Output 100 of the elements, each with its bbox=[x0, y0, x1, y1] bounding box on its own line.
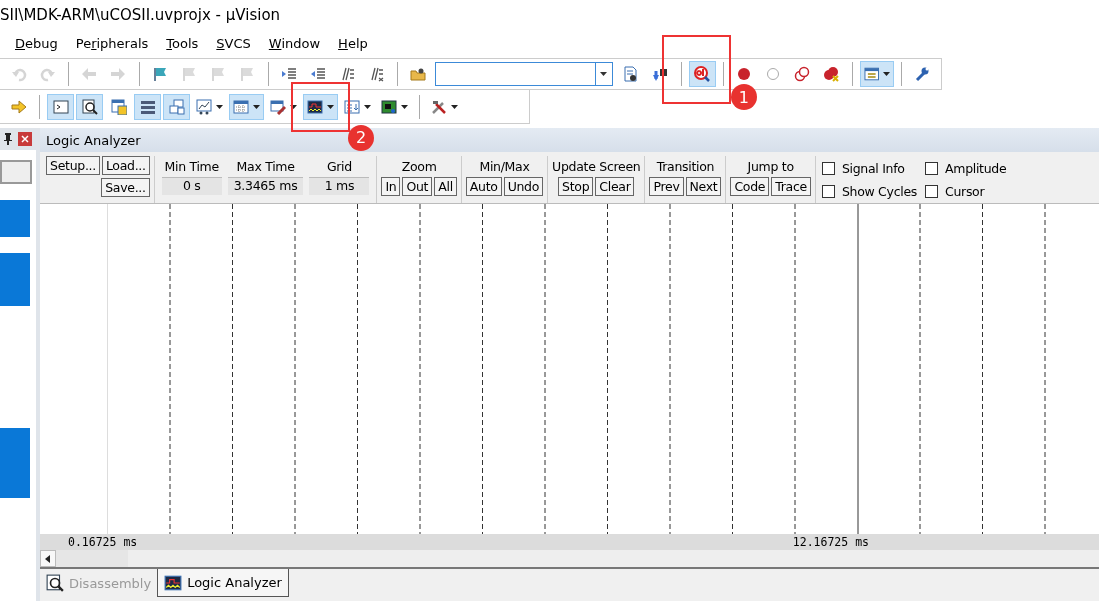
left-arrow-icon bbox=[45, 554, 51, 563]
tools-icon bbox=[431, 98, 447, 115]
time-label: 0.16725 ms bbox=[68, 535, 138, 549]
breakpoint-delete-icon bbox=[823, 66, 840, 82]
circuit-board-icon bbox=[381, 98, 397, 115]
readout-label: Grid bbox=[326, 158, 352, 176]
disassembly-icon bbox=[81, 98, 98, 115]
terminal-icon bbox=[52, 98, 69, 115]
indent-icon bbox=[281, 66, 298, 82]
panel-tab[interactable]: Logic Analyzer bbox=[157, 569, 289, 597]
waveform-icon bbox=[164, 573, 183, 592]
readout-label: Max Time bbox=[236, 158, 295, 176]
analyzer-button[interactable]: Setup... bbox=[46, 156, 100, 175]
time-label: 12.16725 ms bbox=[792, 535, 869, 549]
menu-item[interactable]: SVCS bbox=[207, 35, 260, 51]
disassembly-icon bbox=[46, 574, 64, 592]
analyzer-button[interactable]: Trace bbox=[771, 177, 811, 196]
annotation-frame bbox=[291, 81, 350, 132]
analyzer-button[interactable]: Prev bbox=[649, 177, 684, 196]
menu-item[interactable]: Window bbox=[259, 35, 330, 51]
toolbar-button[interactable] bbox=[134, 93, 161, 120]
toolbar-button[interactable] bbox=[76, 93, 103, 120]
readout-value: 3.3465 ms bbox=[227, 177, 304, 195]
checkbox[interactable] bbox=[821, 184, 835, 198]
selection-highlight bbox=[0, 253, 30, 306]
document-search-icon bbox=[623, 66, 640, 82]
caret-icon bbox=[600, 72, 608, 76]
checkbox-label: Amplitude bbox=[945, 160, 1007, 176]
window-icon bbox=[863, 66, 880, 82]
debug-magnifier-icon bbox=[694, 66, 711, 82]
scroll-left-button[interactable] bbox=[40, 550, 56, 567]
caret-icon bbox=[364, 104, 371, 109]
menu-item[interactable]: Peripherals bbox=[66, 35, 158, 51]
search-combo-box[interactable] bbox=[434, 62, 613, 86]
outdent-icon bbox=[310, 66, 327, 82]
analyzer-button[interactable]: Out bbox=[402, 177, 433, 196]
list-icon bbox=[139, 98, 156, 115]
window-pen-icon bbox=[270, 98, 286, 115]
menu-item[interactable]: Tools bbox=[157, 35, 208, 51]
forward-arrow-icon bbox=[110, 66, 127, 82]
group-label: Zoom bbox=[401, 158, 437, 176]
undo-icon bbox=[10, 66, 27, 82]
window-title: SII\MDK-ARM\uCOSII.uvprojx - µVision bbox=[0, 5, 282, 26]
group-label: Jump to bbox=[747, 158, 794, 176]
caret-icon bbox=[253, 104, 260, 109]
redo-icon bbox=[39, 66, 56, 82]
checkbox-label: Show Cycles bbox=[841, 183, 917, 199]
flag-icon bbox=[152, 66, 169, 82]
caret-icon bbox=[216, 104, 223, 109]
grid-window-icon bbox=[233, 98, 249, 115]
circle-icon bbox=[765, 66, 782, 82]
circles-icon bbox=[794, 66, 811, 82]
group-label: Update Screen bbox=[552, 158, 641, 176]
analyzer-button[interactable]: Clear bbox=[595, 177, 635, 196]
selection-highlight bbox=[0, 428, 30, 498]
callout-badge: 2 bbox=[348, 124, 374, 151]
chart-window-icon bbox=[196, 98, 212, 115]
wrench-icon bbox=[914, 66, 931, 82]
arrow-icon bbox=[10, 98, 27, 115]
analyzer-button[interactable]: In bbox=[381, 177, 401, 196]
flag-icon bbox=[239, 66, 256, 82]
windows-icon bbox=[168, 98, 185, 115]
uncomment-icon bbox=[368, 66, 385, 82]
caret-icon bbox=[327, 104, 334, 109]
analyzer-button[interactable]: Load... bbox=[101, 156, 150, 175]
checkbox[interactable] bbox=[821, 161, 835, 175]
checkbox[interactable] bbox=[925, 184, 938, 198]
folder-icon bbox=[410, 66, 427, 82]
close-icon[interactable] bbox=[18, 132, 32, 146]
dropdown-button[interactable] bbox=[303, 93, 338, 120]
analyzer-button[interactable]: All bbox=[434, 177, 457, 196]
caret-icon bbox=[290, 104, 297, 109]
selection-highlight bbox=[0, 200, 30, 237]
pin-icon[interactable] bbox=[4, 133, 12, 145]
analyzer-button[interactable]: Auto bbox=[465, 177, 502, 196]
analyzer-button[interactable]: Code bbox=[730, 177, 770, 196]
caret-icon bbox=[451, 104, 458, 109]
annotation-frame bbox=[661, 35, 731, 104]
analyzer-button[interactable]: Save... bbox=[101, 178, 150, 197]
analyzer-button[interactable]: Undo bbox=[503, 177, 544, 196]
readout-label: Min Time bbox=[164, 158, 219, 176]
flag-icon bbox=[181, 66, 198, 82]
menu-item[interactable]: Debug bbox=[6, 35, 67, 51]
waveform-icon bbox=[307, 98, 323, 115]
breakpoint-icon bbox=[736, 66, 753, 82]
checkbox-label: Signal Info bbox=[841, 160, 905, 176]
scrollbar-thumb[interactable] bbox=[56, 550, 128, 567]
checkbox[interactable] bbox=[925, 161, 938, 175]
checkbox-label: Cursor bbox=[945, 183, 985, 199]
caret-icon bbox=[401, 104, 408, 109]
readout-value: 0 s bbox=[161, 177, 222, 195]
analyzer-button[interactable]: Stop bbox=[558, 177, 594, 196]
flag-icon bbox=[210, 66, 227, 82]
symbols-icon bbox=[110, 98, 127, 115]
back-arrow-icon bbox=[81, 66, 98, 82]
analyzer-button[interactable]: Next bbox=[685, 177, 722, 196]
comment-icon bbox=[339, 66, 356, 82]
group-label: Transition bbox=[656, 158, 715, 176]
readout-value: 1 ms bbox=[309, 177, 370, 195]
menu-item[interactable]: Help bbox=[329, 35, 377, 51]
